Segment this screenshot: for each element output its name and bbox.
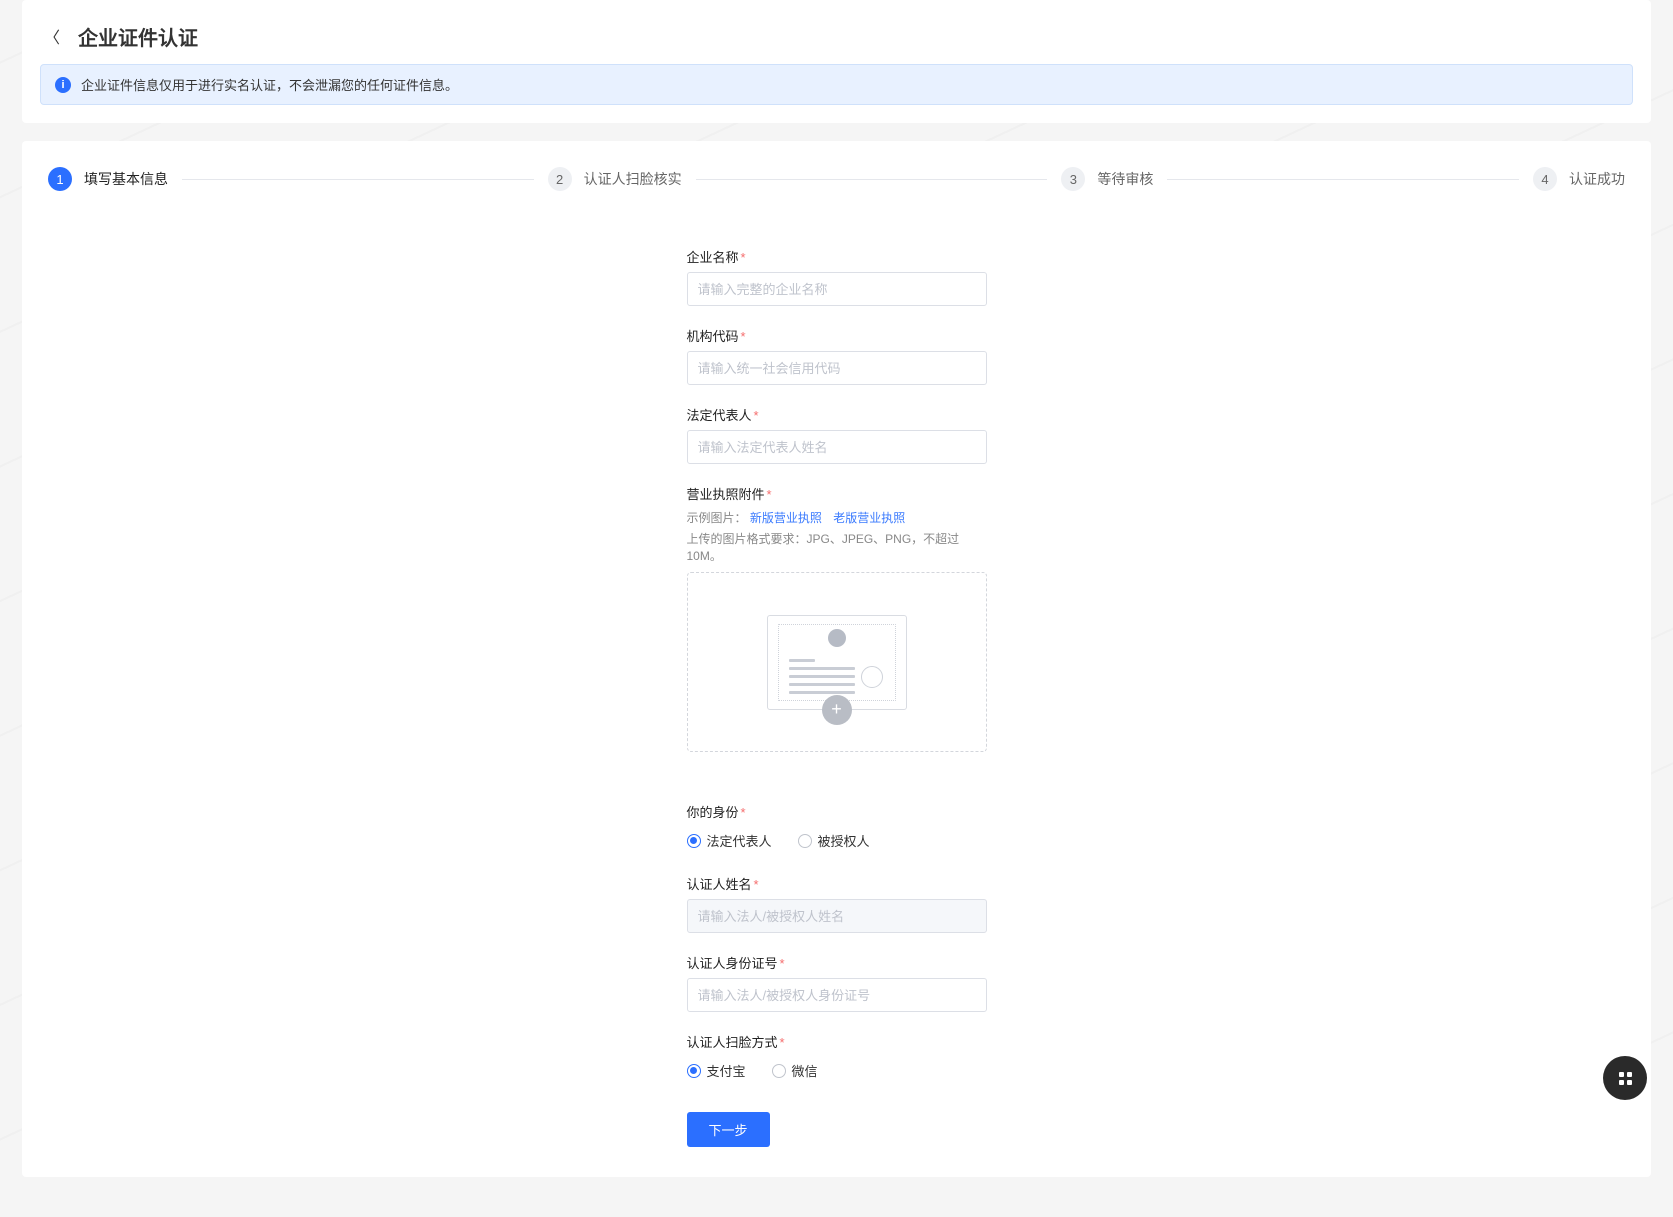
step-divider xyxy=(1167,179,1519,180)
field-label: 认证人姓名* xyxy=(687,874,987,893)
info-icon: i xyxy=(55,77,71,93)
info-banner-text: 企业证件信息仅用于进行实名认证，不会泄漏您的任何证件信息。 xyxy=(81,75,458,94)
info-banner: i 企业证件信息仅用于进行实名认证，不会泄漏您的任何证件信息。 xyxy=(40,64,1633,105)
step-label: 等待审核 xyxy=(1097,169,1153,189)
step-divider xyxy=(182,179,534,180)
step-number: 3 xyxy=(1061,167,1085,191)
radio-icon xyxy=(687,1064,701,1078)
radio-legal-rep[interactable]: 法定代表人 xyxy=(687,831,772,850)
qr-fab-button[interactable] xyxy=(1603,1056,1647,1100)
radio-authorized-person[interactable]: 被授权人 xyxy=(798,831,870,850)
legal-rep-input[interactable] xyxy=(687,430,987,464)
license-placeholder-icon: + xyxy=(767,615,907,710)
field-label: 你的身份* xyxy=(687,802,987,821)
form-card: 1 填写基本信息 2 认证人扫脸核实 3 等待审核 4 认证成功 企业名 xyxy=(22,141,1651,1177)
step-label: 认证人扫脸核实 xyxy=(584,169,682,189)
form-body: 企业名称* 机构代码* 法定代表人* 营业执照附件* xyxy=(687,247,987,1147)
qr-icon xyxy=(1619,1072,1632,1085)
field-label: 营业执照附件* xyxy=(687,484,987,503)
step-label: 填写基本信息 xyxy=(84,169,168,189)
field-label: 机构代码* xyxy=(687,326,987,345)
field-company-name: 企业名称* xyxy=(687,247,987,306)
page-title: 企业证件认证 xyxy=(78,22,198,51)
field-identity: 你的身份* 法定代表人 被授权人 xyxy=(687,802,987,854)
step-number: 2 xyxy=(548,167,572,191)
field-label: 企业名称* xyxy=(687,247,987,266)
field-legal-rep: 法定代表人* xyxy=(687,405,987,464)
step-fill-basic-info: 1 填写基本信息 xyxy=(48,167,168,191)
steps: 1 填写基本信息 2 认证人扫脸核实 3 等待审核 4 认证成功 xyxy=(48,167,1625,191)
company-name-input[interactable] xyxy=(687,272,987,306)
field-scan-method: 认证人扫脸方式* 支付宝 微信 xyxy=(687,1032,987,1084)
verifier-name-input[interactable] xyxy=(687,899,987,933)
step-face-verify: 2 认证人扫脸核实 xyxy=(548,167,682,191)
field-org-code: 机构代码* xyxy=(687,326,987,385)
radio-wechat[interactable]: 微信 xyxy=(772,1061,818,1080)
upload-hint: 上传的图片格式要求：JPG、JPEG、PNG，不超过10M。 xyxy=(687,530,987,564)
step-number: 4 xyxy=(1533,167,1557,191)
step-divider xyxy=(696,179,1048,180)
verifier-id-input[interactable] xyxy=(687,978,987,1012)
org-code-input[interactable] xyxy=(687,351,987,385)
radio-label: 微信 xyxy=(792,1061,818,1080)
field-verifier-name: 认证人姓名* xyxy=(687,874,987,933)
upload-box[interactable]: + xyxy=(687,572,987,752)
radio-label: 被授权人 xyxy=(818,831,870,850)
radio-label: 支付宝 xyxy=(707,1061,746,1080)
step-success: 4 认证成功 xyxy=(1533,167,1625,191)
radio-icon xyxy=(772,1064,786,1078)
radio-label: 法定代表人 xyxy=(707,831,772,850)
sample-old-license-link[interactable]: 老版营业执照 xyxy=(833,511,905,525)
field-license-attachment: 营业执照附件* 示例图片： 新版营业执照 老版营业执照 上传的图片格式要求：JP… xyxy=(687,484,987,752)
next-button[interactable]: 下一步 xyxy=(687,1112,770,1147)
upload-plus-icon: + xyxy=(822,695,852,725)
field-verifier-id: 认证人身份证号* xyxy=(687,953,987,1012)
sample-prefix: 示例图片： xyxy=(687,511,747,525)
radio-alipay[interactable]: 支付宝 xyxy=(687,1061,746,1080)
field-label: 认证人身份证号* xyxy=(687,953,987,972)
header-card: 〈 企业证件认证 i 企业证件信息仅用于进行实名认证，不会泄漏您的任何证件信息。 xyxy=(22,0,1651,123)
field-label: 法定代表人* xyxy=(687,405,987,424)
sample-new-license-link[interactable]: 新版营业执照 xyxy=(750,511,822,525)
radio-icon xyxy=(687,834,701,848)
back-icon[interactable]: 〈 xyxy=(40,20,64,52)
step-label: 认证成功 xyxy=(1569,169,1625,189)
field-label: 认证人扫脸方式* xyxy=(687,1032,987,1051)
sample-row: 示例图片： 新版营业执照 老版营业执照 xyxy=(687,509,987,526)
step-number: 1 xyxy=(48,167,72,191)
step-await-review: 3 等待审核 xyxy=(1061,167,1153,191)
radio-icon xyxy=(798,834,812,848)
